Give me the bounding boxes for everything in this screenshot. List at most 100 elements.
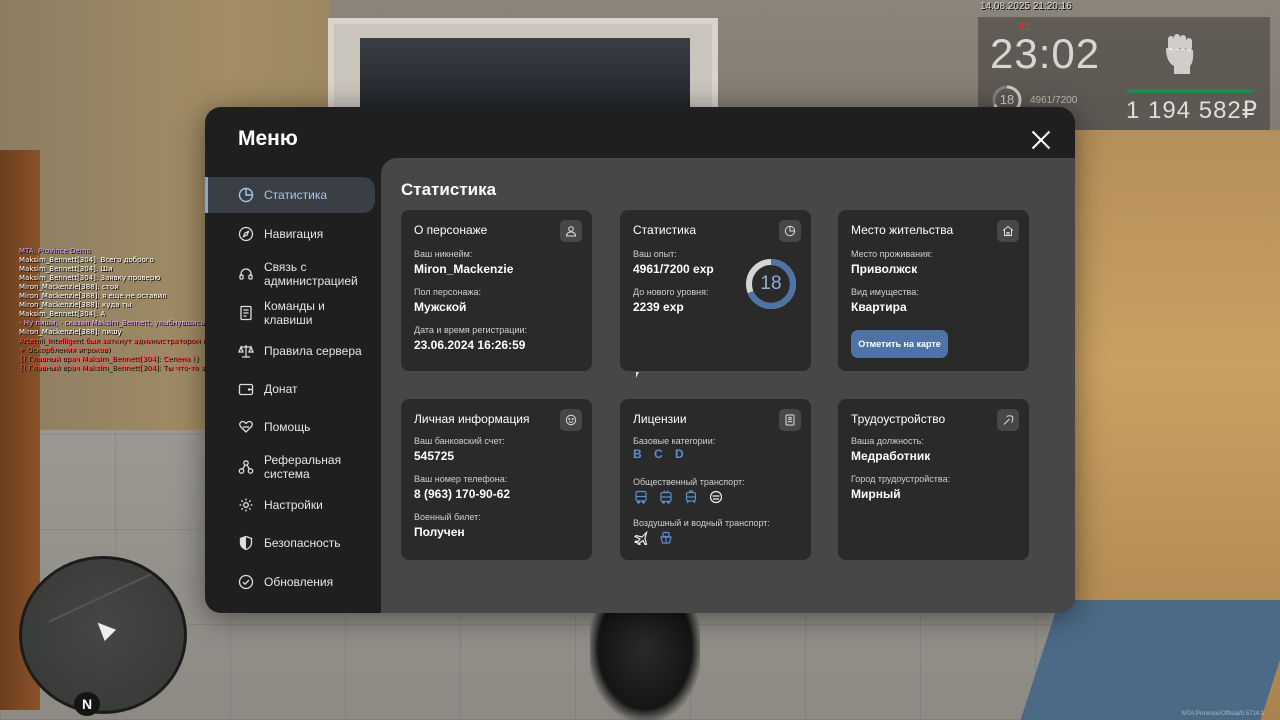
content-panel: Статистика О персонаже Ваш никнейм: Miro… <box>381 158 1075 613</box>
heart-hand-icon <box>238 419 254 435</box>
card-stats: Статистика Ваш опыт: 4961/7200 exp До но… <box>620 210 811 371</box>
watermark: MTA:Province/Official/0.5714.1 <box>1182 711 1265 717</box>
sidebar-item-updates[interactable]: Обновления <box>205 564 375 600</box>
field-label: Пол персонажа: <box>414 287 482 297</box>
boat-icon <box>658 530 674 546</box>
sidebar-item-navigation[interactable]: Навигация <box>205 216 375 252</box>
license-category: C <box>654 447 664 461</box>
card-title: Личная информация <box>414 412 530 426</box>
shield-icon <box>238 535 254 551</box>
user-icon <box>560 220 582 242</box>
card-residence: Место жительства Место проживания: Приво… <box>838 210 1029 371</box>
field-label: Ваш никнейм: <box>414 249 473 259</box>
level-value: 18 <box>760 273 782 294</box>
sidebar-item-settings[interactable]: Настройки <box>205 487 375 523</box>
face-icon <box>560 409 582 431</box>
fist-icon <box>1160 32 1200 76</box>
gender-value: Мужской <box>414 300 467 314</box>
hud-time: 23:02 <box>990 30 1101 77</box>
card-title: Трудоустройство <box>851 412 946 426</box>
hud-datetime: 14.08.2025 21:20:16 <box>980 1 1072 12</box>
field-label: Общественный транспорт: <box>633 477 745 487</box>
minimap-road <box>48 559 184 623</box>
air-water-transport-icons <box>633 530 674 546</box>
public-transport-icons <box>633 489 724 505</box>
sidebar-item-rules[interactable]: Правила сервера <box>205 333 375 369</box>
nickname-value: Miron_Mackenzie <box>414 262 514 276</box>
page-title: Статистика <box>401 180 497 199</box>
sidebar-item-label: Навигация <box>264 227 324 241</box>
sidebar-item-label: Донат <box>264 382 298 396</box>
document-icon <box>238 305 254 321</box>
sidebar-item-admin-contact[interactable]: Связь с администрацией <box>205 255 375 293</box>
sidebar-item-label: Настройки <box>264 498 323 512</box>
menu-window: Меню Статистика Навигация Связь с админи… <box>205 107 1075 613</box>
card-personal: Личная информация Ваш банковский счет: 5… <box>401 399 592 560</box>
scales-icon <box>238 343 254 359</box>
license-categories: B C D <box>633 447 692 461</box>
field-label: Вид имущества: <box>851 287 919 297</box>
sidebar-item-label: Обновления <box>264 575 334 589</box>
mark-on-map-button[interactable]: Отметить на карте <box>851 330 948 358</box>
compass-icon <box>238 226 254 242</box>
card-job: Трудоустройство Ваша должность: Медработ… <box>838 399 1029 560</box>
sidebar: Статистика Навигация Связь с администрац… <box>205 174 380 613</box>
menu-title: Меню <box>238 127 298 150</box>
close-icon[interactable] <box>1028 127 1054 153</box>
sidebar-item-label: Реферальная система <box>264 453 342 481</box>
hud-money: 1 194 582₽ <box>1126 97 1259 124</box>
id-card-icon <box>779 409 801 431</box>
hud-health-bar <box>1127 89 1253 93</box>
airplane-icon <box>633 530 649 546</box>
pie-chart-icon <box>238 187 254 203</box>
field-label: До нового уровня: <box>633 287 709 297</box>
sidebar-item-label: Помощь <box>264 420 311 434</box>
field-label: Ваша должность: <box>851 436 924 446</box>
pie-chart-icon <box>779 220 801 242</box>
sidebar-item-commands[interactable]: Команды и клавиши <box>205 294 375 332</box>
military-id-value: Получен <box>414 525 465 539</box>
field-label: Военный билет: <box>414 512 481 522</box>
north-indicator: N <box>74 692 100 716</box>
window-glass <box>360 38 690 108</box>
sidebar-item-donate[interactable]: Донат <box>205 371 375 407</box>
next-level-value: 2239 exp <box>633 300 684 314</box>
field-label: Ваш банковский счет: <box>414 436 505 446</box>
license-category: D <box>675 447 685 461</box>
field-label: Базовые категории: <box>633 436 716 446</box>
network-icon <box>238 459 254 475</box>
sidebar-item-label: Статистика <box>264 188 328 202</box>
mouse-cursor-icon <box>636 372 639 378</box>
sidebar-item-security[interactable]: Безопасность <box>205 525 375 561</box>
field-label: Место проживания: <box>851 249 933 259</box>
job-city-value: Мирный <box>851 487 901 501</box>
wallet-icon <box>238 381 254 397</box>
sidebar-item-referral[interactable]: Реферальная система <box>205 448 375 486</box>
exp-value: 4961/7200 exp <box>633 262 714 276</box>
field-label: Ваш опыт: <box>633 249 677 259</box>
field-label: Ваш номер телефона: <box>414 474 508 484</box>
sidebar-item-label: Правила сервера <box>264 344 362 358</box>
registration-value: 23.06.2024 16:26:59 <box>414 338 526 352</box>
property-type-value: Квартира <box>851 300 907 314</box>
check-circle-icon <box>238 574 254 590</box>
rug <box>1020 600 1280 720</box>
card-title: Место жительства <box>851 223 954 237</box>
sidebar-item-label: Связь с администрацией <box>264 260 358 288</box>
sidebar-item-help[interactable]: Помощь <box>205 409 375 445</box>
bank-account-value: 545725 <box>414 449 455 463</box>
job-position-value: Медработник <box>851 449 931 463</box>
card-title: Лицензии <box>633 412 687 426</box>
field-label: Воздушный и водный транспорт: <box>633 518 770 528</box>
field-label: Город трудоустройства: <box>851 474 951 484</box>
player-character <box>590 600 700 720</box>
pickaxe-icon <box>997 409 1019 431</box>
bus-icon <box>633 489 649 505</box>
tram-icon <box>683 489 699 505</box>
headset-icon <box>238 266 254 282</box>
sidebar-item-statistics[interactable]: Статистика <box>205 177 375 213</box>
gear-icon <box>238 497 254 513</box>
hud-exp: 4961/7200 <box>1030 95 1078 106</box>
taxi-icon <box>708 489 724 505</box>
card-licenses: Лицензии Базовые категории: B C D Общест… <box>620 399 811 560</box>
